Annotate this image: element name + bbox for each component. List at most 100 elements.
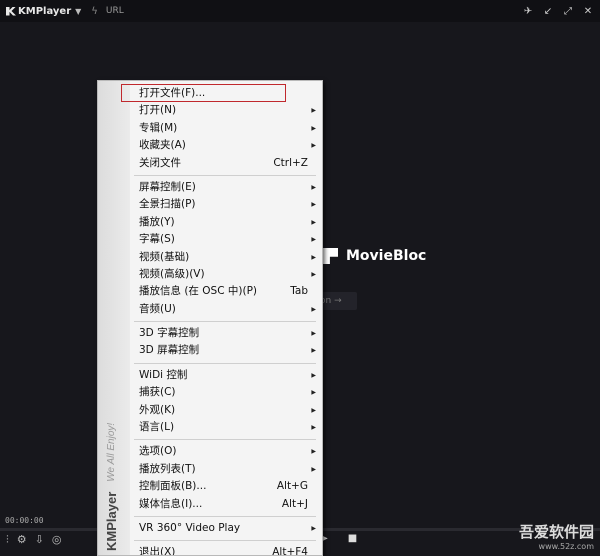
menu-item[interactable]: 语言(L) ▶ — [130, 419, 320, 436]
menu-item[interactable]: 媒体信息(I)... Alt+J — [130, 496, 320, 513]
menu-separator — [134, 439, 316, 441]
menu-separator — [134, 540, 316, 542]
moviebloc-banner[interactable]: MovieBloc — [320, 248, 426, 264]
menu-item-label: 退出(X) — [139, 546, 176, 556]
menu-item-shortcut: Alt+J — [281, 497, 308, 510]
menu-item[interactable]: 屏幕控制(E) ▶ — [130, 179, 320, 196]
menu-item-label: 关闭文件 — [139, 156, 181, 169]
submenu-arrow-icon: ▶ — [311, 124, 316, 132]
menu-item[interactable]: 选项(O) ▶ — [130, 443, 320, 460]
menu-item-label: 专辑(M) — [139, 121, 178, 134]
kmplayer-logo-icon — [6, 6, 16, 16]
fullscreen-icon[interactable]: ⤢ — [560, 3, 576, 19]
chevron-down-icon: ▼ — [75, 6, 82, 16]
menu-item[interactable]: 控制面板(B)... Alt+G — [130, 478, 320, 495]
menu-item[interactable]: 退出(X) Alt+F4 — [130, 544, 320, 556]
menu-item-label: 收藏夹(A) — [139, 139, 186, 152]
submenu-arrow-icon: ▶ — [311, 330, 316, 338]
menu-item-label: 媒体信息(I)... — [139, 497, 203, 510]
menu-item[interactable]: 全景扫描(P) ▶ — [130, 196, 320, 213]
menu-item[interactable]: 外观(K) ▶ — [130, 402, 320, 419]
menu-item-label: 视频(基础) — [139, 250, 190, 263]
menu-item[interactable]: WiDi 控制 ▶ — [130, 367, 320, 384]
submenu-arrow-icon: ▶ — [311, 524, 316, 532]
submenu-arrow-icon: ▶ — [311, 406, 316, 414]
submenu-arrow-icon: ▶ — [311, 270, 316, 278]
watermark-url: www.52z.com — [538, 542, 594, 551]
submenu-arrow-icon: ▶ — [311, 371, 316, 379]
menu-item[interactable]: 打开(N) ▶ — [130, 102, 320, 119]
menu-item-label: 语言(L) — [139, 421, 175, 434]
menu-item[interactable]: 播放(Y) ▶ — [130, 214, 320, 231]
app-menu-button[interactable]: KMPlayer ▼ — [6, 6, 81, 17]
menu-item[interactable]: VR 360° Video Play ▶ — [130, 520, 320, 537]
highlight-box — [121, 84, 286, 102]
lightning-icon[interactable]: ϟ — [91, 6, 98, 17]
sidebar-slogan: We All Enjoy! — [106, 422, 117, 482]
submenu-arrow-icon: ▶ — [311, 236, 316, 244]
submenu-arrow-icon: ▶ — [311, 347, 316, 355]
submenu-arrow-icon: ▶ — [311, 183, 316, 191]
menu-item[interactable]: 3D 字幕控制 ▶ — [130, 325, 320, 342]
menu-item-shortcut: Alt+F4 — [272, 546, 308, 556]
menu-item-label: 音频(U) — [139, 302, 176, 315]
menu-item-label: 视频(高级)(V) — [139, 267, 205, 280]
submenu-arrow-icon: ▶ — [311, 107, 316, 115]
menu-item[interactable]: 字幕(S) ▶ — [130, 231, 320, 248]
submenu-arrow-icon: ▶ — [311, 142, 316, 150]
submenu-arrow-icon: ▶ — [311, 218, 316, 226]
menu-item-label: 外观(K) — [139, 403, 176, 416]
minimize-mode-icon[interactable]: ↙ — [540, 3, 556, 19]
menu-separator — [134, 321, 316, 323]
menu-item-label: 选项(O) — [139, 445, 177, 458]
menu-separator — [134, 515, 316, 517]
equalizer-icon[interactable]: ⫶ — [6, 533, 9, 547]
menu-item[interactable]: 视频(基础) ▶ — [130, 249, 320, 266]
submenu-arrow-icon: ▶ — [311, 389, 316, 397]
download-icon[interactable]: ⇩ — [35, 533, 44, 547]
menu-separator — [134, 362, 316, 364]
context-menu: KMPlayer We All Enjoy! 打开文件(F)... 打开(N) ▶ 专… — [97, 80, 323, 556]
menu-item[interactable]: 捕获(C) ▶ — [130, 384, 320, 401]
title-bar: KMPlayer ▼ ϟ URL ✈ ↙ ⤢ ✕ — [0, 0, 600, 23]
close-icon[interactable]: ✕ — [580, 3, 596, 19]
watermark: 吾爱软件园 www.52z.com — [519, 521, 594, 551]
menu-item[interactable]: 视频(高级)(V) ▶ — [130, 266, 320, 283]
settings-icon[interactable]: ⚙ — [17, 533, 27, 547]
menu-item[interactable]: 收藏夹(A) ▶ — [130, 137, 320, 154]
menu-item-label: VR 360° Video Play — [139, 521, 241, 534]
watermark-title: 吾爱软件园 — [518, 523, 594, 541]
menu-item-label: 播放列表(T) — [139, 462, 196, 475]
moviebloc-button[interactable]: on → — [318, 292, 357, 310]
menu-item-shortcut: Tab — [290, 285, 308, 298]
menu-item-label: 播放(Y) — [139, 215, 175, 228]
menu-item[interactable]: 3D 屏幕控制 ▶ — [130, 342, 320, 359]
menu-items: 打开文件(F)... 打开(N) ▶ 专辑(M) ▶ 收藏夹(A) ▶ 关闭文件 Ctrl+Z 屏… — [130, 85, 320, 556]
pin-icon[interactable]: ✈ — [520, 3, 536, 19]
menu-item[interactable]: 关闭文件 Ctrl+Z — [130, 155, 320, 172]
moviebloc-label: MovieBloc — [346, 248, 427, 264]
menu-item-label: WiDi 控制 — [139, 368, 188, 381]
menu-item-label: 播放信息 (在 OSC 中)(P) — [139, 285, 257, 298]
url-button[interactable]: URL — [106, 6, 124, 16]
menu-item-label: 字幕(S) — [139, 233, 175, 246]
submenu-arrow-icon: ▶ — [311, 201, 316, 209]
vr-icon[interactable]: ◎ — [52, 533, 62, 547]
menu-item-label: 打开(N) — [139, 104, 177, 117]
time-display: 00:00:00 — [5, 516, 44, 525]
menu-item[interactable]: 播放列表(T) ▶ — [130, 461, 320, 478]
app-name: KMPlayer — [18, 5, 72, 17]
submenu-arrow-icon: ▶ — [311, 465, 316, 473]
menu-separator — [134, 174, 316, 176]
menu-item-shortcut: Alt+G — [276, 480, 308, 493]
menu-item[interactable]: 播放信息 (在 OSC 中)(P) Tab — [130, 283, 320, 300]
menu-item-label: 屏幕控制(E) — [139, 180, 196, 193]
menu-item-label: 捕获(C) — [139, 386, 176, 399]
menu-item[interactable]: 音频(U) ▶ — [130, 301, 320, 318]
menu-sidebar: KMPlayer We All Enjoy! — [98, 81, 130, 555]
stop-icon[interactable]: ■ — [348, 533, 357, 544]
menu-item[interactable]: 专辑(M) ▶ — [130, 120, 320, 137]
menu-item-label: 3D 屏幕控制 — [139, 344, 200, 357]
menu-item-shortcut: Ctrl+Z — [273, 156, 308, 169]
submenu-arrow-icon: ▶ — [311, 253, 316, 261]
